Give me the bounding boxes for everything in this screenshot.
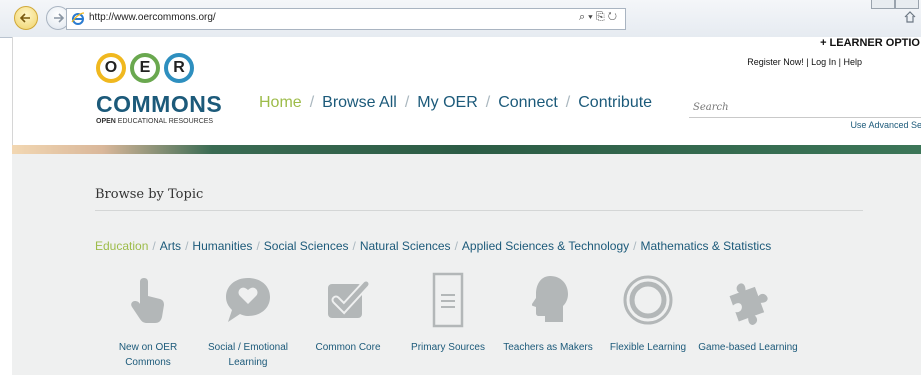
head-silhouette-icon bbox=[532, 276, 568, 322]
address-url[interactable]: http://www.oercommons.org/ bbox=[89, 12, 216, 23]
forward-arrow-icon bbox=[54, 13, 65, 23]
section-divider bbox=[95, 210, 863, 211]
topic-separator: / bbox=[256, 239, 260, 253]
logo-letter-e: E bbox=[130, 53, 160, 83]
logo-tagline: OPEN EDUCATIONAL RESOURCES bbox=[96, 118, 213, 125]
nav-separator: / bbox=[485, 94, 491, 111]
topic-mathematics-statistics[interactable]: Mathematics & Statistics bbox=[640, 239, 771, 253]
category-label: Common Core bbox=[315, 342, 381, 353]
topic-natural-sciences[interactable]: Natural Sciences bbox=[360, 239, 451, 253]
category-label: Flexible Learning bbox=[609, 342, 687, 353]
topic-tabs: Education / Arts / Humanities / Social Science… bbox=[95, 239, 771, 253]
category-new-on-oer[interactable]: New on OER Commons bbox=[98, 270, 198, 370]
nav-my-oer[interactable]: My OER bbox=[417, 94, 477, 111]
heart-speech-bubble-icon bbox=[226, 278, 270, 322]
browse-by-topic-heading: Browse by Topic bbox=[95, 187, 204, 202]
nav-separator: / bbox=[309, 94, 315, 111]
header-banner-image bbox=[12, 145, 921, 154]
category-game-based-learning[interactable]: Game-based Learning bbox=[698, 270, 798, 355]
nav-connect[interactable]: Connect bbox=[498, 94, 558, 111]
topic-separator: / bbox=[152, 239, 156, 253]
topic-arts[interactable]: Arts bbox=[160, 239, 181, 253]
topic-separator: / bbox=[185, 239, 189, 253]
help-link[interactable]: Help bbox=[843, 57, 862, 67]
category-label: Primary Sources bbox=[411, 342, 485, 353]
topic-education[interactable]: Education bbox=[95, 239, 148, 253]
category-common-core[interactable]: Common Core bbox=[298, 270, 398, 355]
logo-wordmark: COMMONS bbox=[96, 91, 223, 117]
topic-humanities[interactable]: Humanities bbox=[192, 239, 252, 253]
back-arrow-icon bbox=[19, 13, 30, 23]
topic-applied-sciences[interactable]: Applied Sciences & Technology bbox=[462, 239, 629, 253]
back-button[interactable] bbox=[14, 6, 38, 30]
category-label: Social / Emotional Learning bbox=[207, 342, 289, 368]
home-icon[interactable] bbox=[903, 10, 917, 24]
nav-browse-all[interactable]: Browse All bbox=[322, 94, 397, 111]
main-navigation: Home / Browse All / My OER / Connect / Contribut… bbox=[259, 94, 652, 112]
oer-commons-logo[interactable]: O E R COMMONS OPEN EDUCATIONAL RESOURCES bbox=[94, 51, 239, 143]
category-label: New on OER Commons bbox=[118, 342, 178, 368]
category-label: Teachers as Makers bbox=[503, 342, 593, 353]
login-link[interactable]: Log In bbox=[811, 57, 836, 67]
topic-separator: / bbox=[633, 239, 637, 253]
browse-section: Browse by Topic Education / Arts / Humanitie… bbox=[12, 154, 921, 375]
learner-options-link[interactable]: + LEARNER OPTIO bbox=[820, 37, 921, 49]
register-link[interactable]: Register Now! bbox=[747, 57, 804, 67]
tagline-bold: OPEN bbox=[96, 118, 116, 125]
search-input[interactable] bbox=[689, 97, 921, 118]
nav-separator: / bbox=[404, 94, 410, 111]
category-teachers-as-makers[interactable]: Teachers as Makers bbox=[498, 270, 598, 355]
account-links: Register Now! | Log In | Help bbox=[747, 57, 862, 67]
category-primary-sources[interactable]: Primary Sources bbox=[398, 270, 498, 355]
checkbox-icon bbox=[328, 279, 371, 318]
internet-explorer-icon bbox=[71, 12, 85, 25]
logo-letter-o: O bbox=[96, 53, 126, 83]
document-icon bbox=[432, 272, 464, 328]
puzzle-piece-icon bbox=[729, 283, 768, 325]
category-label: Game-based Learning bbox=[698, 342, 798, 353]
window-minimize-button[interactable] bbox=[871, 0, 895, 9]
address-tools[interactable]: ⌕ ▾ ⎘ ↻ bbox=[579, 11, 617, 24]
site-header: + LEARNER OPTIO Register Now! | Log In |… bbox=[12, 37, 921, 145]
category-social-emotional[interactable]: Social / Emotional Learning bbox=[198, 270, 298, 370]
window-maximize-button[interactable] bbox=[895, 0, 919, 9]
topic-separator: / bbox=[454, 239, 458, 253]
topic-separator: / bbox=[352, 239, 356, 253]
browser-toolbar: http://www.oercommons.org/ ⌕ ▾ ⎘ ↻ bbox=[0, 0, 921, 38]
advanced-search-link[interactable]: Use Advanced Se bbox=[850, 120, 921, 130]
topic-social-sciences[interactable]: Social Sciences bbox=[264, 239, 349, 253]
rings-icon bbox=[623, 275, 673, 325]
nav-separator: / bbox=[565, 94, 571, 111]
tagline-rest: EDUCATIONAL RESOURCES bbox=[115, 118, 214, 125]
nav-home[interactable]: Home bbox=[259, 94, 302, 111]
category-flexible-learning[interactable]: Flexible Learning bbox=[598, 270, 698, 355]
nav-contribute[interactable]: Contribute bbox=[578, 94, 652, 111]
logo-letter-r: R bbox=[164, 53, 194, 83]
hand-pointer-icon bbox=[131, 278, 164, 323]
address-bar[interactable]: http://www.oercommons.org/ ⌕ ▾ ⎘ ↻ bbox=[66, 8, 626, 30]
